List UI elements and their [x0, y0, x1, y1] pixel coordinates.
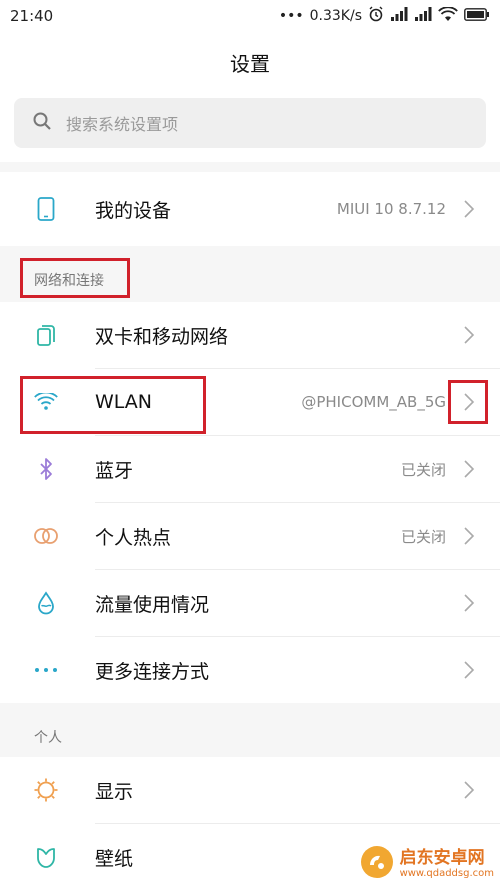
more-dots-icon — [33, 657, 59, 683]
status-dots: ••• — [278, 8, 304, 24]
watermark: 启东安卓网 www.qdaddsg.com — [360, 845, 494, 883]
chevron-right-icon — [462, 323, 476, 347]
hotspot-status: 已关闭 — [400, 527, 446, 546]
bluetooth-row[interactable]: 蓝牙 已关闭 — [0, 436, 500, 502]
bluetooth-status: 已关闭 — [400, 460, 446, 479]
signal-icon-2 — [414, 7, 432, 25]
sim-card-icon — [33, 322, 59, 348]
network-speed: 0.33K/s — [309, 8, 362, 24]
dual-sim-row[interactable]: 双卡和移动网络 — [0, 302, 500, 368]
hotspot-row[interactable]: 个人热点 已关闭 — [0, 503, 500, 569]
phone-icon — [33, 196, 59, 222]
display-row[interactable]: 显示 — [0, 757, 500, 823]
miui-version: MIUI 10 8.7.12 — [336, 200, 446, 218]
chevron-right-icon — [462, 591, 476, 615]
battery-icon — [464, 7, 490, 25]
water-drop-icon — [33, 590, 59, 616]
highlight-box-chevron — [448, 380, 488, 424]
section-label-personal: 个人 — [34, 730, 62, 746]
watermark-site-name: 启东安卓网 — [399, 848, 485, 869]
wallpaper-icon — [33, 844, 59, 870]
highlight-box-wlan — [20, 376, 206, 434]
chevron-right-icon — [462, 524, 476, 548]
section-divider — [0, 162, 500, 172]
dual-sim-label: 双卡和移动网络 — [95, 325, 229, 348]
search-input[interactable]: 搜索系统设置项 — [14, 98, 486, 148]
data-usage-label: 流量使用情况 — [95, 593, 210, 616]
status-time: 21:40 — [10, 7, 54, 25]
bluetooth-icon — [33, 456, 59, 482]
data-usage-row[interactable]: 流量使用情况 — [0, 570, 500, 636]
status-bar: 21:40 ••• 0.33K/s — [0, 0, 500, 32]
more-connections-row[interactable]: 更多连接方式 — [0, 637, 500, 703]
watermark-logo-icon — [360, 845, 394, 883]
wallpaper-label: 壁纸 — [95, 847, 134, 870]
personal-section-header — [0, 703, 500, 757]
highlight-box-network — [20, 258, 130, 298]
my-device-row[interactable]: 我的设备 MIUI 10 8.7.12 — [0, 172, 500, 246]
chevron-right-icon — [462, 197, 476, 221]
watermark-url: www.qdaddsg.com — [399, 867, 494, 879]
wifi-status-icon — [438, 5, 458, 26]
wlan-network-name: @PHICOMM_AB_5G — [301, 393, 446, 411]
my-device-label: 我的设备 — [95, 199, 172, 222]
signal-icon — [390, 7, 408, 25]
sun-icon — [33, 777, 59, 803]
alarm-icon — [368, 6, 384, 26]
display-label: 显示 — [95, 780, 134, 803]
chevron-right-icon — [462, 457, 476, 481]
search-placeholder: 搜索系统设置项 — [66, 115, 179, 134]
chevron-right-icon — [462, 778, 476, 802]
page-title: 设置 — [230, 52, 270, 76]
status-indicators: ••• 0.33K/s — [278, 5, 490, 26]
hotspot-icon — [33, 523, 59, 549]
more-connections-label: 更多连接方式 — [95, 660, 210, 683]
search-icon — [32, 111, 52, 135]
hotspot-label: 个人热点 — [95, 526, 172, 549]
chevron-right-icon — [462, 658, 476, 682]
bluetooth-label: 蓝牙 — [95, 459, 134, 482]
